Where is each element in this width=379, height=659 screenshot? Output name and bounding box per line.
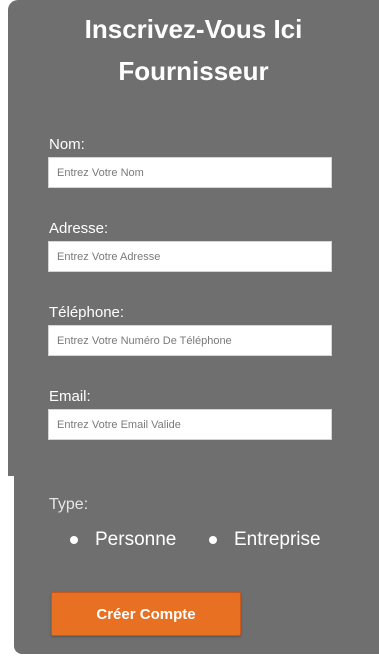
radio-personne-label: Personne (95, 529, 177, 550)
radio-entreprise[interactable]: Entreprise (209, 528, 321, 552)
nom-label: Nom: (49, 136, 85, 153)
nom-input[interactable] (48, 157, 332, 188)
telephone-input[interactable] (48, 325, 332, 356)
type-label: Type: (49, 496, 89, 513)
radio-entreprise-label: Entreprise (234, 529, 321, 550)
email-input[interactable] (48, 409, 332, 440)
radio-bullet-icon (70, 536, 78, 544)
radio-personne[interactable]: Personne (70, 528, 176, 552)
telephone-label: Téléphone: (49, 304, 125, 321)
page-title: Inscrivez-Vous Ici (84, 14, 303, 44)
page-subtitle: Fournisseur (118, 56, 269, 86)
radio-bullet-icon (209, 536, 217, 544)
adresse-input[interactable] (48, 241, 332, 272)
adresse-label: Adresse: (49, 220, 109, 237)
create-account-button[interactable]: Créer Compte (51, 592, 241, 636)
email-label: Email: (49, 388, 91, 405)
